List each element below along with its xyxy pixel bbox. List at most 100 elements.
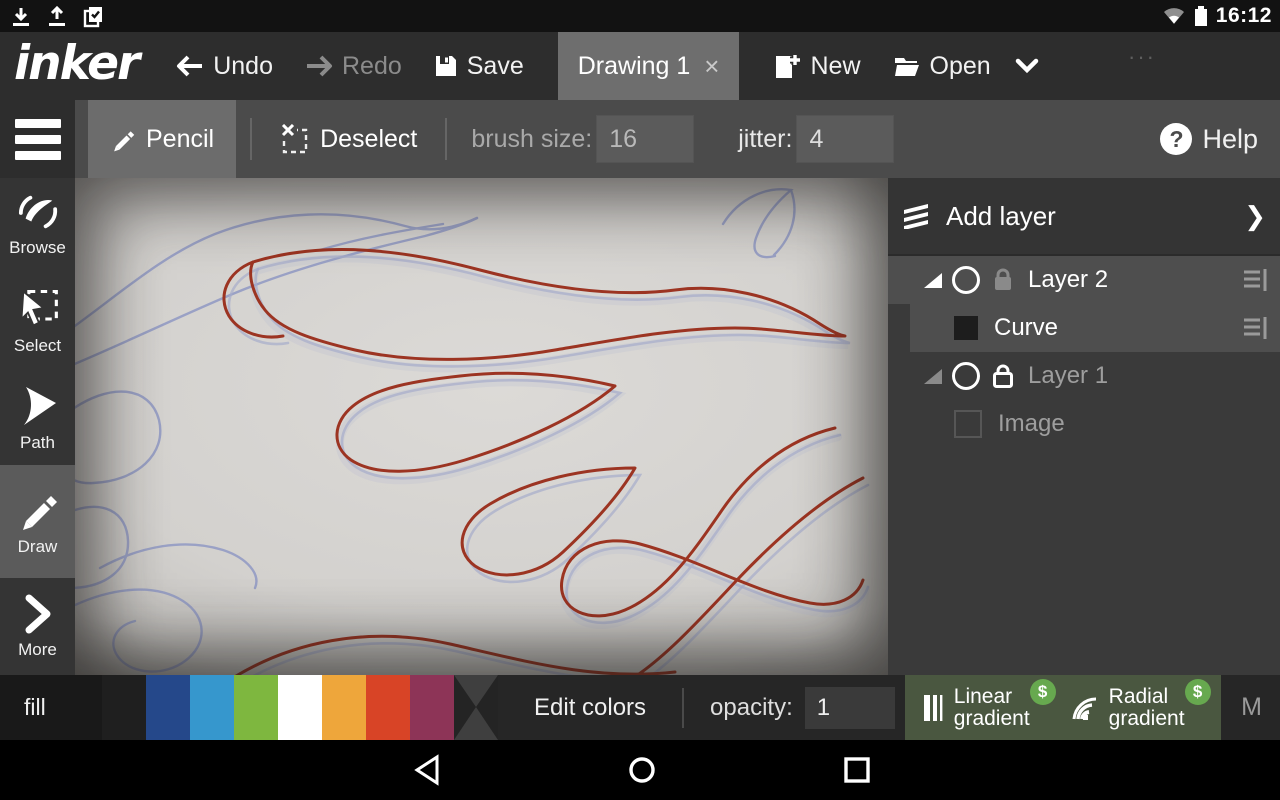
file-menu-chevron[interactable] (1007, 32, 1047, 100)
new-button[interactable]: New (757, 32, 876, 100)
color-swatch[interactable] (410, 675, 454, 740)
back-button[interactable] (412, 754, 442, 786)
fill-mode-label[interactable]: fill (0, 675, 102, 740)
linear-gradient-label-2: gradient (954, 708, 1030, 729)
browse-icon (17, 192, 59, 232)
pencil-sketch-strokes (75, 189, 794, 671)
redo-arrow-icon (305, 54, 333, 78)
hamburger-bar (15, 119, 61, 128)
deselect-button[interactable]: Deselect (258, 100, 439, 178)
layer-menu-icon[interactable] (1242, 316, 1268, 340)
lock-icon[interactable] (990, 363, 1016, 389)
expand-triangle-icon[interactable] (924, 273, 942, 288)
tab-title: Drawing 1 (578, 52, 691, 81)
open-button[interactable]: Open (877, 32, 1007, 100)
pencil-smudge-strokes (254, 259, 866, 625)
sidebar-item-path[interactable]: Path (0, 370, 75, 465)
app-toolbar: inker Undo Redo Save Drawing 1 × N (0, 32, 1280, 100)
brush-size-label: brush size: (471, 125, 592, 154)
add-layer-button[interactable]: Add layer ❯ (888, 178, 1280, 256)
toolbar-divider (250, 118, 252, 160)
deselect-icon (280, 124, 310, 154)
color-bar: fill Edit colors opacity: Linear gradien… (0, 675, 1280, 740)
color-swatch[interactable] (146, 675, 190, 740)
linear-gradient-button[interactable]: Linear gradient $ (915, 681, 1056, 734)
radial-gradient-button[interactable]: Radial gradient $ (1062, 681, 1211, 734)
overflow-dots-icon[interactable]: ··· (1128, 44, 1156, 70)
pencil-tool-button[interactable]: Pencil (88, 100, 236, 178)
android-nav-bar (0, 740, 1280, 800)
lock-icon[interactable] (990, 267, 1016, 293)
android-status-bar: 16:12 (0, 0, 1280, 32)
download-icon (10, 6, 32, 28)
help-button[interactable]: ? Help (1154, 100, 1264, 178)
jitter-input[interactable] (796, 115, 894, 163)
no-color-x-icon (454, 675, 498, 740)
app-logo: inker (0, 36, 160, 97)
save-button[interactable]: Save (418, 32, 540, 100)
chevron-right-icon (21, 594, 55, 634)
layer-visibility-toggle[interactable] (952, 362, 980, 390)
deselect-label: Deselect (320, 125, 417, 154)
recents-button[interactable] (842, 754, 872, 786)
layer-menu-icon[interactable] (1242, 268, 1268, 292)
canvas-artwork (75, 178, 888, 675)
mode-indicator: M (1241, 693, 1262, 722)
radial-gradient-label-1: Radial (1109, 686, 1185, 707)
color-swatch[interactable] (190, 675, 234, 740)
redo-button[interactable]: Redo (289, 32, 418, 100)
color-swatch[interactable] (278, 675, 322, 740)
hamburger-bar (15, 135, 61, 144)
layer-visibility-toggle[interactable] (952, 266, 980, 294)
tool-sidebar: Browse Select Path Draw More (0, 178, 75, 675)
no-color-swatch[interactable] (454, 675, 498, 740)
pencil-label: Pencil (146, 125, 214, 154)
tool-options-bar: Pencil Deselect brush size: jitter: (0, 100, 1280, 178)
color-swatch[interactable] (102, 675, 146, 740)
curve-color-swatch[interactable] (954, 316, 978, 340)
brush-size-input[interactable] (596, 115, 694, 163)
new-label: New (810, 52, 860, 81)
opacity-control: opacity: (684, 675, 905, 740)
help-label: Help (1202, 124, 1258, 155)
radial-gradient-icon (1070, 693, 1100, 723)
pencil-icon (110, 126, 136, 152)
sidebar-item-draw[interactable]: Draw (0, 465, 75, 578)
image-layer-swatch[interactable] (954, 410, 982, 438)
layer-row-image[interactable]: Image (888, 400, 1280, 448)
layer-row-layer1[interactable]: Layer 1 (888, 352, 1280, 400)
jitter-label: jitter: (738, 125, 792, 154)
undo-arrow-icon (176, 54, 204, 78)
upload-icon (46, 6, 68, 28)
color-swatch[interactable] (366, 675, 410, 740)
sidebar-label: Select (14, 336, 61, 356)
save-floppy-icon (434, 54, 458, 78)
layer-row-layer2[interactable]: Layer 2 (888, 256, 1280, 304)
linear-gradient-icon (923, 693, 945, 723)
battery-icon (1194, 4, 1208, 28)
undo-button[interactable]: Undo (160, 32, 289, 100)
color-swatch[interactable] (322, 675, 366, 740)
sidebar-item-browse[interactable]: Browse (0, 178, 75, 272)
add-layer-label: Add layer (946, 201, 1056, 232)
open-folder-icon (893, 54, 921, 78)
expand-triangle-icon[interactable] (924, 369, 942, 384)
document-tab[interactable]: Drawing 1 × (558, 32, 740, 100)
opacity-input[interactable] (805, 687, 895, 729)
sidebar-item-more[interactable]: More (0, 578, 75, 675)
sidebar-item-select[interactable]: Select (0, 272, 75, 370)
save-label: Save (467, 52, 524, 81)
home-button[interactable] (626, 754, 658, 786)
clock: 16:12 (1216, 4, 1272, 28)
hamburger-menu-button[interactable] (0, 100, 75, 178)
color-swatch[interactable] (234, 675, 278, 740)
layer-row-curve[interactable]: Curve (888, 304, 1280, 352)
select-icon (16, 286, 60, 330)
opacity-label: opacity: (710, 694, 793, 722)
drawing-canvas[interactable] (75, 178, 888, 675)
edit-colors-button[interactable]: Edit colors (498, 675, 682, 740)
layer-name: Layer 1 (1028, 362, 1108, 390)
tab-close-icon[interactable]: × (704, 51, 719, 82)
hamburger-bar (15, 151, 61, 160)
chevron-down-icon (1015, 58, 1039, 74)
